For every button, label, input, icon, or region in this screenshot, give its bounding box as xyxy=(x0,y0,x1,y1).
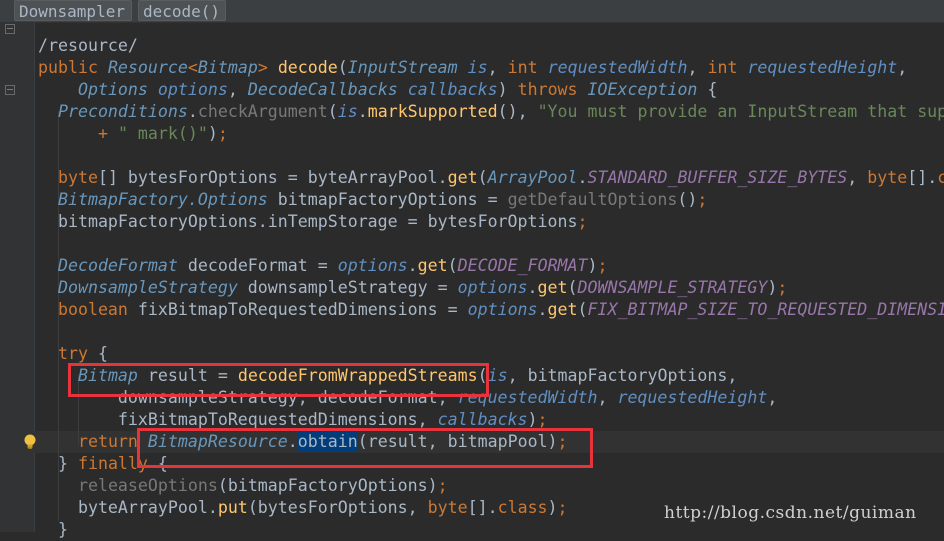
line-text: /resource/ xyxy=(38,36,138,55)
lightbulb-icon[interactable] xyxy=(22,433,38,451)
code-line: DownsampleStrategy downsampleStrategy = … xyxy=(57,278,788,297)
breadcrumb-item-downsampler[interactable]: Downsampler xyxy=(14,0,132,21)
code-line: byte[] bytesForOptions = byteArrayPool.g… xyxy=(57,168,944,187)
code-line: Preconditions.checkArgument(is.markSuppo… xyxy=(57,102,944,121)
highlight-box-obtain-call xyxy=(137,428,593,468)
code-editor[interactable]: /resource/ public Resource<Bitmap> decod… xyxy=(38,22,944,539)
code-line: Options options, DecodeCallbacks callbac… xyxy=(77,80,718,99)
code-line: byteArrayPool.put(bytesForOptions, byte[… xyxy=(38,498,568,517)
code-line: /resource/ xyxy=(38,35,138,57)
code-line: bitmapFactoryOptions.inTempStorage = byt… xyxy=(38,212,588,231)
watermark: http://blog.csdn.net/guiman xyxy=(664,503,917,523)
breadcrumb-item-decode[interactable]: decode() xyxy=(138,0,226,21)
code-line: DecodeFormat decodeFormat = options.get(… xyxy=(57,256,608,275)
highlight-box-decode-call xyxy=(68,363,489,397)
code-line: public Resource<Bitmap> decode(InputStre… xyxy=(38,58,908,77)
fold-marker-icon[interactable] xyxy=(5,85,15,95)
code-line: BitmapFactory.Options bitmapFactoryOptio… xyxy=(57,190,708,209)
breadcrumb: Downsampler decode() xyxy=(0,0,944,23)
code-line: try { xyxy=(57,344,108,363)
code-line: boolean fixBitmapToRequestedDimensions =… xyxy=(57,300,944,319)
code-line: releaseOptions(bitmapFactoryOptions); xyxy=(77,476,448,495)
editor-gutter xyxy=(0,22,35,532)
code-line: + " mark()"); xyxy=(97,124,228,143)
fold-marker-icon[interactable] xyxy=(5,24,15,34)
code-line: } xyxy=(38,520,68,539)
